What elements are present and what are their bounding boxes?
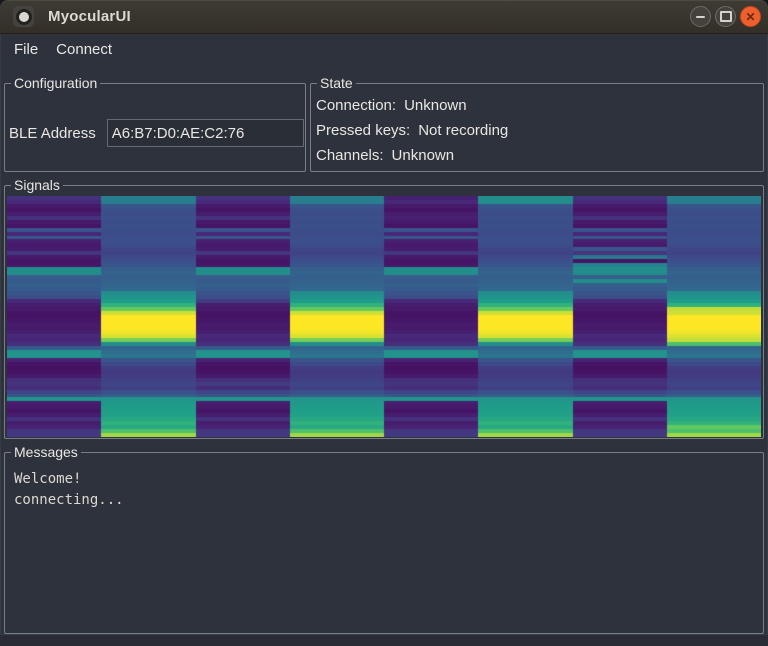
menu-connect[interactable]: Connect: [47, 37, 121, 62]
connection-value: Unknown: [404, 97, 467, 114]
state-group: State Connection: Unknown Pressed keys: …: [310, 83, 764, 172]
state-row-channels: Channels: Unknown: [316, 143, 758, 168]
messages-log: Welcome! connecting...: [14, 469, 124, 511]
message-line: Welcome!: [14, 469, 124, 490]
channels-label: Channels:: [316, 147, 384, 164]
state-row-connection: Connection: Unknown: [316, 93, 758, 118]
titlebar[interactable]: MyocularUI ✕: [0, 0, 768, 34]
message-line: connecting...: [14, 490, 124, 511]
configuration-title: Configuration: [11, 75, 100, 92]
app-icon-dot: [19, 12, 29, 22]
signals-heatmap: [7, 196, 761, 437]
window-bottom-edge: [0, 634, 768, 646]
menubar: File Connect: [0, 34, 768, 64]
window-controls: ✕: [690, 6, 761, 27]
state-title: State: [317, 75, 356, 92]
ble-address-row: BLE Address: [9, 118, 304, 148]
channels-value: Unknown: [392, 147, 455, 164]
minimize-icon: [696, 16, 705, 18]
messages-title: Messages: [11, 444, 81, 461]
ble-address-input[interactable]: [107, 119, 304, 147]
state-row-pressed-keys: Pressed keys: Not recording: [316, 118, 758, 143]
app-window: MyocularUI ✕ File Connect Configuration …: [0, 0, 768, 646]
configuration-group: Configuration BLE Address: [4, 83, 306, 172]
connection-label: Connection:: [316, 97, 396, 114]
pressed-keys-label: Pressed keys:: [316, 122, 410, 139]
signals-title: Signals: [11, 177, 63, 194]
minimize-button[interactable]: [690, 6, 711, 27]
close-icon: ✕: [745, 11, 755, 23]
messages-group: Messages Welcome! connecting...: [4, 452, 764, 634]
app-icon: [13, 6, 34, 27]
ble-address-label: BLE Address: [9, 125, 96, 142]
maximize-button[interactable]: [715, 6, 736, 27]
signals-group: Signals: [4, 185, 764, 439]
pressed-keys-value: Not recording: [418, 122, 508, 139]
window-title: MyocularUI: [48, 8, 131, 25]
close-button[interactable]: ✕: [740, 6, 761, 27]
maximize-icon: [720, 11, 732, 22]
state-rows: Connection: Unknown Pressed keys: Not re…: [316, 93, 758, 168]
menu-file[interactable]: File: [5, 37, 47, 62]
